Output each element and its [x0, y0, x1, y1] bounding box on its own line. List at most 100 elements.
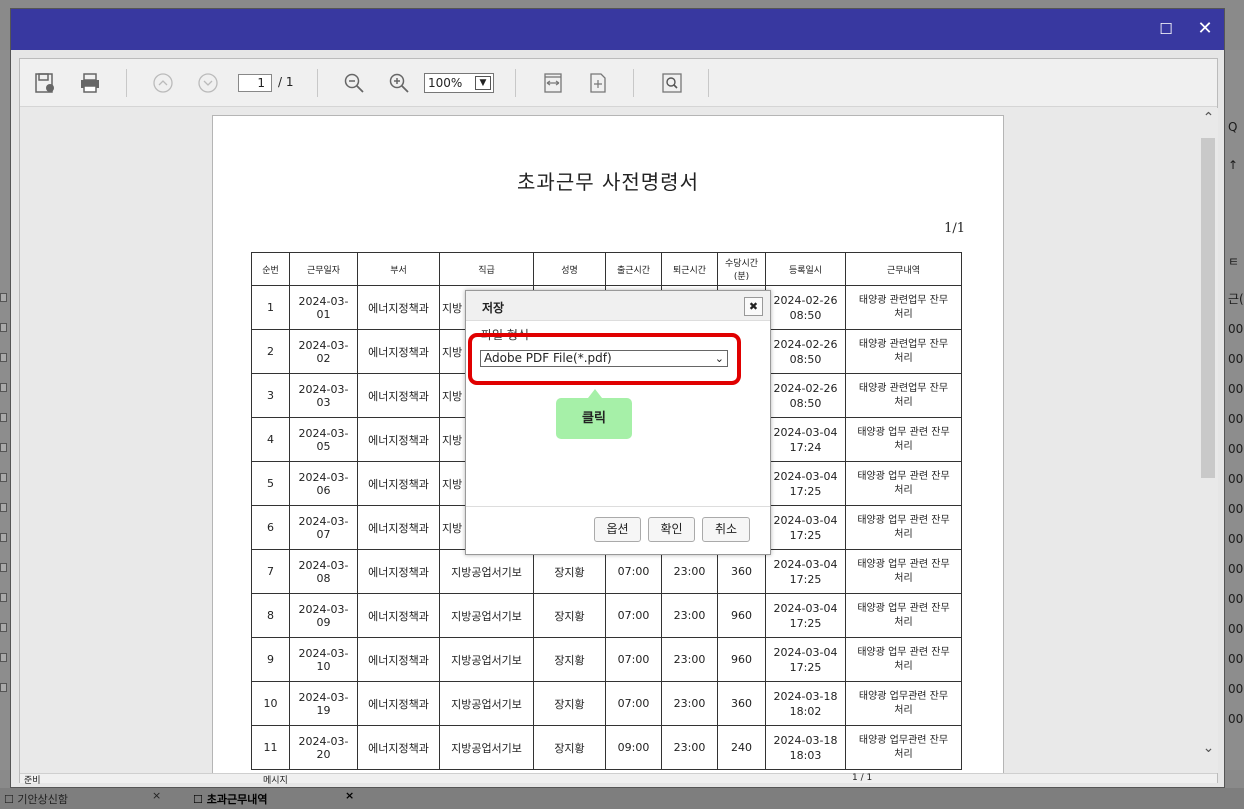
save-icon[interactable] — [33, 71, 57, 95]
table-cell-desc: 태양광 업무 관련 잔무 처리 — [845, 461, 962, 506]
background-checkbox — [0, 443, 7, 452]
background-value: 00: — [1228, 382, 1244, 396]
scroll-up-icon[interactable]: ⌃ — [1200, 110, 1217, 127]
dialog-close-icon[interactable]: ✖ — [744, 297, 763, 316]
table-row: 7 2024-03-08 에너지정책과 지방공업서기보 장지황 07:00 23:00 360… — [251, 549, 962, 594]
background-value: 00: — [1228, 532, 1244, 546]
zoom-out-icon[interactable] — [342, 71, 366, 95]
options-button[interactable]: 옵션 — [594, 517, 641, 542]
table-cell-reg: 2024-03-18 18:02 — [765, 681, 846, 726]
page-number-input[interactable]: 1 — [238, 74, 272, 92]
cancel-button[interactable]: 취소 — [702, 517, 750, 542]
toolbar-divider — [633, 69, 634, 97]
next-page-icon[interactable] — [196, 71, 220, 95]
print-icon[interactable] — [78, 71, 102, 95]
maximize-icon[interactable]: ☐ — [1154, 17, 1178, 41]
table-cell-rank: 지방공업서기보 — [439, 725, 534, 770]
background-checkbox — [0, 623, 7, 632]
table-cell-dept: 에너지정책과 — [357, 505, 440, 550]
tab-label: 기안상신함 — [17, 793, 68, 806]
fit-page-icon[interactable] — [586, 71, 610, 95]
table-cell-date: 2024-03-03 — [289, 373, 358, 418]
table-cell-rank: 지방공업서기보 — [439, 549, 534, 594]
close-icon[interactable]: ✕ — [1193, 17, 1217, 41]
toolbar-divider — [317, 69, 318, 97]
table-cell-no: 7 — [251, 549, 290, 594]
table-cell-no: 8 — [251, 593, 290, 638]
background-value: 00: — [1228, 472, 1244, 486]
table-cell-dept: 에너지정책과 — [357, 329, 440, 374]
dialog-title: 저장 — [482, 301, 505, 315]
table-cell-dept: 에너지정책과 — [357, 549, 440, 594]
background-value: 00: — [1228, 322, 1244, 336]
fit-width-icon[interactable] — [541, 71, 565, 95]
zoom-value: 100% — [428, 76, 463, 90]
background-tab-bar: ☐ 기안상신함 × ☐ 초과근무내역 × — [0, 788, 1244, 809]
table-cell-in: 09:00 — [605, 725, 662, 770]
table-cell-out: 23:00 — [661, 725, 718, 770]
table-cell-reg: 2024-02-26 08:50 — [765, 373, 846, 418]
background-value: ↑ — [1228, 158, 1239, 172]
zoom-in-icon[interactable] — [387, 71, 411, 95]
table-cell-reg: 2024-03-04 17:25 — [765, 461, 846, 506]
background-value: 00: — [1228, 562, 1244, 576]
background-value: 00: — [1228, 442, 1244, 456]
status-message: 메시지 — [263, 776, 288, 786]
dialog-divider — [466, 506, 770, 507]
table-cell-desc: 태양광 관련업무 잔무 처리 — [845, 329, 962, 374]
background-checkbox — [0, 413, 7, 422]
background-value: Q — [1228, 120, 1238, 134]
scroll-down-icon[interactable]: ⌄ — [1200, 740, 1217, 757]
table-cell-reg: 2024-03-04 17:25 — [765, 593, 846, 638]
tab-close-icon[interactable]: × — [345, 789, 354, 802]
table-cell-no: 5 — [251, 461, 290, 506]
background-checkbox — [0, 593, 7, 602]
scrollbar-thumb[interactable] — [1201, 138, 1215, 478]
table-cell-desc: 태양광 업무 관련 잔무 처리 — [845, 549, 962, 594]
background-checkbox — [0, 563, 7, 572]
prev-page-icon[interactable] — [151, 71, 175, 95]
table-cell-minutes: 960 — [717, 637, 766, 682]
table-cell-reg: 2024-03-04 17:25 — [765, 637, 846, 682]
tab-label: 초과근무내역 — [206, 793, 268, 806]
tab-approval-inbox[interactable]: ☐ 기안상신함 × — [4, 789, 169, 809]
table-cell-dept: 에너지정책과 — [357, 681, 440, 726]
table-cell-out: 23:00 — [661, 637, 718, 682]
background-value: 00: — [1228, 352, 1244, 366]
table-cell-out: 23:00 — [661, 549, 718, 594]
table-cell-name: 장지황 — [533, 549, 606, 594]
tab-close-icon[interactable]: × — [152, 789, 161, 802]
table-cell-date: 2024-03-06 — [289, 461, 358, 506]
search-icon[interactable] — [660, 71, 684, 95]
table-cell-date: 2024-03-08 — [289, 549, 358, 594]
table-cell-dept: 에너지정책과 — [357, 725, 440, 770]
table-cell-date: 2024-03-09 — [289, 593, 358, 638]
tab-doc-icon: ☐ — [193, 793, 203, 806]
table-cell-minutes: 360 — [717, 681, 766, 726]
background-checkbox — [0, 683, 7, 692]
ok-button[interactable]: 확인 — [648, 517, 695, 542]
status-bar: 준비 메시지 1 / 1 — [20, 773, 1217, 786]
tab-overtime-history[interactable]: ☐ 초과근무내역 × — [193, 789, 363, 809]
table-cell-dept: 에너지정책과 — [357, 373, 440, 418]
status-page: 1 / 1 — [852, 773, 873, 783]
table-header-cell: 직급 — [439, 252, 534, 286]
table-cell-no: 6 — [251, 505, 290, 550]
zoom-select[interactable]: 100% ▼ — [424, 73, 494, 93]
vertical-scrollbar[interactable]: ⌃ ⌄ — [1199, 108, 1218, 773]
table-row: 10 2024-03-19 에너지정책과 지방공업서기보 장지황 07:00 23:00 36… — [251, 681, 962, 726]
table-cell-dept: 에너지정책과 — [357, 417, 440, 462]
status-ready: 준비 — [24, 776, 41, 786]
background-checkbox — [0, 503, 7, 512]
table-cell-reg: 2024-03-18 18:03 — [765, 725, 846, 770]
table-cell-no: 3 — [251, 373, 290, 418]
toolbar-divider — [708, 69, 709, 97]
table-cell-date: 2024-03-02 — [289, 329, 358, 374]
background-checkbox — [0, 323, 7, 332]
tab-doc-icon: ☐ — [4, 793, 14, 806]
background-checkbox — [0, 473, 7, 482]
table-cell-rank: 지방공업서기보 — [439, 681, 534, 726]
table-cell-rank: 지방공업서기보 — [439, 637, 534, 682]
chevron-down-icon[interactable]: ▼ — [475, 76, 491, 90]
toolbar-divider — [126, 69, 127, 97]
